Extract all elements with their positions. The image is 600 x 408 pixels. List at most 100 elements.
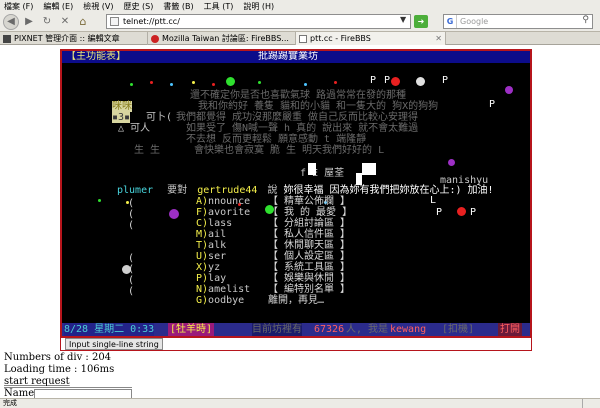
page-icon [110, 17, 119, 26]
art-line: f E 屋荃 [300, 168, 345, 179]
page-content: 【主功能表】 批踢踢實業坊 P P P P P P L 還不確定你是否也喜歡氣球… [0, 46, 600, 399]
art-letter: P [436, 207, 443, 218]
menu-label: alk [208, 240, 227, 251]
menu-item-class[interactable]: C)lass [196, 218, 232, 229]
art-paren: ( [128, 253, 135, 264]
art-letter: P [384, 75, 391, 86]
input-single-line-button[interactable]: Input single-line string [65, 338, 163, 350]
menu-label: oodbye [208, 295, 245, 306]
search-box[interactable]: G Google ⚲ [443, 14, 593, 29]
art-line: 我們都覺得 成功沒那麼嚴重 做自己反而比較心安理得 [176, 112, 419, 123]
home-button[interactable]: ⌂ [75, 14, 91, 30]
menu-item-xyz[interactable]: X)yz [196, 262, 220, 273]
menu-item-favorite[interactable]: F)avorite [196, 207, 250, 218]
go-arrow-icon: ➜ [417, 17, 425, 26]
menu-tools[interactable]: 工具 (T) [204, 1, 234, 12]
tab-label: Mozilla Taiwan 討論區: FireBBS... [162, 34, 289, 43]
menu-item-play[interactable]: P)lay [196, 273, 226, 284]
art-badge: ▪3▪ [112, 112, 131, 123]
menu-item-talk[interactable]: T)alk [196, 240, 226, 251]
menu-label: amelist [208, 284, 251, 295]
whisper-to: gertrude44 [197, 185, 258, 196]
menu-item-announce[interactable]: A)nnounce [196, 196, 250, 207]
menu-item-user[interactable]: U)ser [196, 251, 226, 262]
art-paren: ( [128, 209, 135, 220]
menu-desc: 【 系統工具區 】 [268, 262, 351, 273]
google-icon[interactable]: G [444, 15, 457, 28]
tab-ptt[interactable]: ptt.cc - FireBBS ✕ [296, 32, 446, 45]
decor-dot [98, 199, 101, 202]
menu-desc: 【 個人設定區 】 [268, 251, 351, 262]
menu-view[interactable]: 檢視 (V) [83, 1, 113, 12]
menu-label: avorite [208, 207, 251, 218]
menu-key: G) [196, 295, 209, 306]
stop-button[interactable]: ✕ [57, 14, 73, 30]
main-menu-title: 【主功能表】 [66, 51, 126, 62]
menu-item-namelist[interactable]: N)amelist [196, 284, 250, 295]
status-text: 完成 [3, 399, 17, 407]
browser-status-bar: 完成 [0, 398, 600, 408]
status-online-suffix: 人, 我是 [346, 324, 389, 335]
menu-desc: 【 娛樂與休閒 】 [268, 273, 351, 284]
art-block [308, 163, 316, 175]
art-line: 不去想 反而更輕鬆 願意感動 t 端隆靜 [186, 134, 367, 145]
menu-desc: 【 私人信件區 】 [268, 229, 351, 240]
navigation-toolbar: ◀ ▶ ↻ ✕ ⌂ telnet://ptt.cc/ ▼ ➜ G Google … [0, 12, 600, 32]
url-bar[interactable]: telnet://ptt.cc/ [106, 14, 411, 29]
status-panel [582, 399, 596, 408]
menu-item-goodbye[interactable]: G)oodbye [196, 295, 244, 306]
reload-button[interactable]: ↻ [39, 14, 55, 30]
art-line: 會快樂也會寂寞 脆 生 明天我們好好的 L [194, 145, 385, 156]
decor-dot [130, 83, 133, 86]
whisper-verb: 要對 [167, 185, 188, 196]
mozilla-favicon-icon [151, 34, 159, 43]
decor-dot [448, 159, 455, 166]
back-button[interactable]: ◀ [3, 13, 19, 30]
menu-label: lay [208, 273, 227, 284]
menu-bookmarks[interactable]: 書籤 (B) [163, 1, 193, 12]
art-paren: ( [128, 275, 135, 286]
art-letter: L [430, 195, 437, 206]
tab-label: ptt.cc - FireBBS [310, 34, 371, 43]
menu-item-mail[interactable]: M)ail [196, 229, 226, 240]
tab-pixnet[interactable]: PIXNET 管理介面 :: 編輯文章 [0, 32, 148, 45]
forward-button[interactable]: ▶ [21, 14, 37, 30]
decor-dot [334, 81, 337, 84]
close-tab-icon[interactable]: ✕ [435, 34, 442, 43]
go-button[interactable]: ➜ [414, 15, 428, 28]
menu-key: T) [196, 240, 209, 251]
art-paren: ( [128, 286, 135, 297]
menu-edit[interactable]: 編輯 (E) [43, 1, 73, 12]
art-side-text: 生 生 [134, 145, 161, 156]
decor-dot [416, 77, 425, 86]
menu-history[interactable]: 歷史 (S) [124, 1, 154, 12]
forward-arrow-icon: ▶ [25, 16, 33, 27]
tab-label: PIXNET 管理介面 :: 編輯文章 [14, 34, 120, 43]
url-dropdown-icon[interactable]: ▼ [400, 15, 406, 24]
debug-div-count: Numbers of div : 204 [4, 352, 112, 363]
art-line: 我和你約好 養隻 貓和的小貓 和一隻大的 狗X的狗狗 [198, 101, 439, 112]
terminal-status-bar: 8/28 星期二 0:33 [牡羊時] 目前坊裡有 67326 人, 我是 ke… [62, 323, 530, 336]
status-online-count: 67326 [314, 324, 345, 335]
search-icon[interactable]: ⚲ [582, 15, 589, 25]
menu-key: U) [196, 251, 209, 262]
art-line: 還不確定你是否也喜歡氣球 路過常常在發的那種 [190, 90, 407, 101]
menu-key: F) [196, 207, 209, 218]
menu-help[interactable]: 說明 (H) [243, 1, 274, 12]
menu-file[interactable]: 檔案 (F) [4, 1, 33, 12]
art-letter: P [489, 99, 496, 110]
tab-bar: PIXNET 管理介面 :: 編輯文章 Mozilla Taiwan 討論區: … [0, 32, 600, 45]
back-arrow-icon: ◀ [7, 16, 15, 27]
bbs-terminal[interactable]: 【主功能表】 批踢踢實業坊 P P P P P P L 還不確定你是否也喜歡氣球… [60, 49, 532, 338]
decor-dot [170, 83, 173, 86]
terminal-header: 【主功能表】 批踢踢實業坊 [62, 51, 530, 63]
decor-dot [192, 81, 195, 84]
page-favicon-icon [299, 34, 307, 43]
art-line: 如果受了 傷N喊一聲 h 真的 說出來 就不會太難過 [186, 123, 419, 134]
tab-mozilla-taiwan[interactable]: Mozilla Taiwan 討論區: FireBBS... [148, 32, 296, 45]
debug-loading-time: Loading time : 106ms [4, 364, 115, 375]
menu-desc: 【 編特別名單 】 [268, 284, 351, 295]
search-placeholder: Google [460, 17, 489, 26]
menu-desc: 【 分組討論區 】 [268, 218, 351, 229]
url-text: telnet://ptt.cc/ [123, 17, 180, 26]
